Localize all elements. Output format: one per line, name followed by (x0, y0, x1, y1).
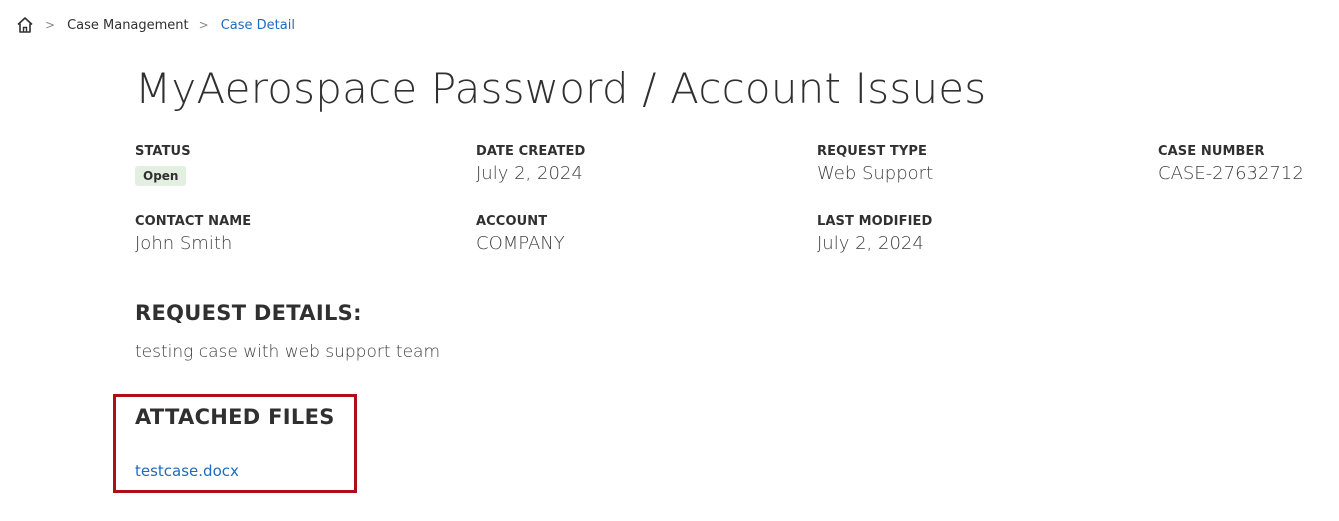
attached-file-link[interactable]: testcase.docx (135, 462, 239, 480)
contact-name-label: CONTACT NAME (135, 214, 252, 229)
date-created-field: DATE CREATED July 2, 2024 (476, 144, 585, 184)
case-number-field: CASE NUMBER CASE-27632712 (1158, 144, 1304, 184)
request-type-label: REQUEST TYPE (817, 144, 928, 159)
breadcrumb-case-management[interactable]: Case Management (67, 18, 189, 33)
request-type-field: REQUEST TYPE Web Support (817, 144, 933, 184)
date-created-value: July 2, 2024 (476, 163, 583, 184)
status-field: STATUS Open (135, 144, 191, 186)
breadcrumb: > Case Management > Case Detail (15, 13, 295, 37)
page-title: MyAerospace Password / Account Issues (135, 64, 987, 113)
request-details-heading: REQUEST DETAILS: (135, 301, 362, 325)
date-created-label: DATE CREATED (476, 144, 586, 159)
case-number-label: CASE NUMBER (1158, 144, 1265, 159)
contact-name-value: John Smith (135, 233, 233, 254)
account-value: COMPANY (476, 233, 565, 254)
last-modified-field: LAST MODIFIED July 2, 2024 (817, 214, 932, 254)
attached-files-heading: ATTACHED FILES (135, 405, 335, 429)
status-label: STATUS (135, 144, 191, 159)
case-number-value: CASE-27632712 (1158, 163, 1304, 184)
account-label: ACCOUNT (476, 214, 548, 229)
request-type-value: Web Support (817, 163, 934, 184)
request-details-text: testing case with web support team (135, 342, 441, 362)
breadcrumb-separator: > (198, 18, 209, 32)
breadcrumb-case-detail[interactable]: Case Detail (221, 18, 295, 33)
home-icon[interactable] (15, 15, 35, 35)
breadcrumb-separator: > (45, 18, 56, 32)
last-modified-value: July 2, 2024 (817, 233, 924, 254)
contact-name-field: CONTACT NAME John Smith (135, 214, 251, 254)
status-badge: Open (135, 166, 187, 186)
last-modified-label: LAST MODIFIED (817, 214, 933, 229)
account-field: ACCOUNT COMPANY (476, 214, 565, 254)
